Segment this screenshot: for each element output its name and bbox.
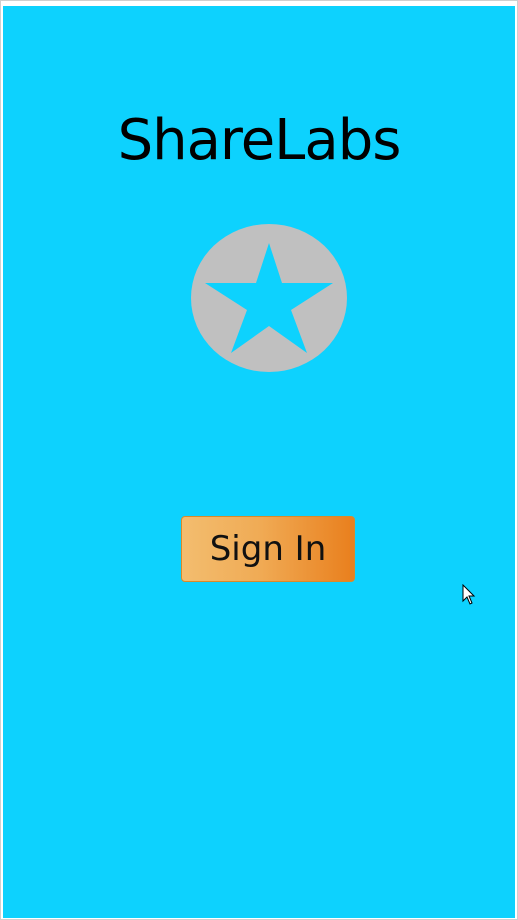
- sign-in-label: Sign In: [209, 529, 327, 569]
- sign-in-button[interactable]: Sign In: [181, 516, 355, 582]
- app-title: ShareLabs: [117, 108, 402, 173]
- device-frame: ShareLabs Sign In: [0, 0, 518, 920]
- mouse-cursor-icon: [462, 584, 476, 605]
- star-icon: [191, 224, 347, 372]
- app-screen: ShareLabs Sign In: [3, 6, 515, 918]
